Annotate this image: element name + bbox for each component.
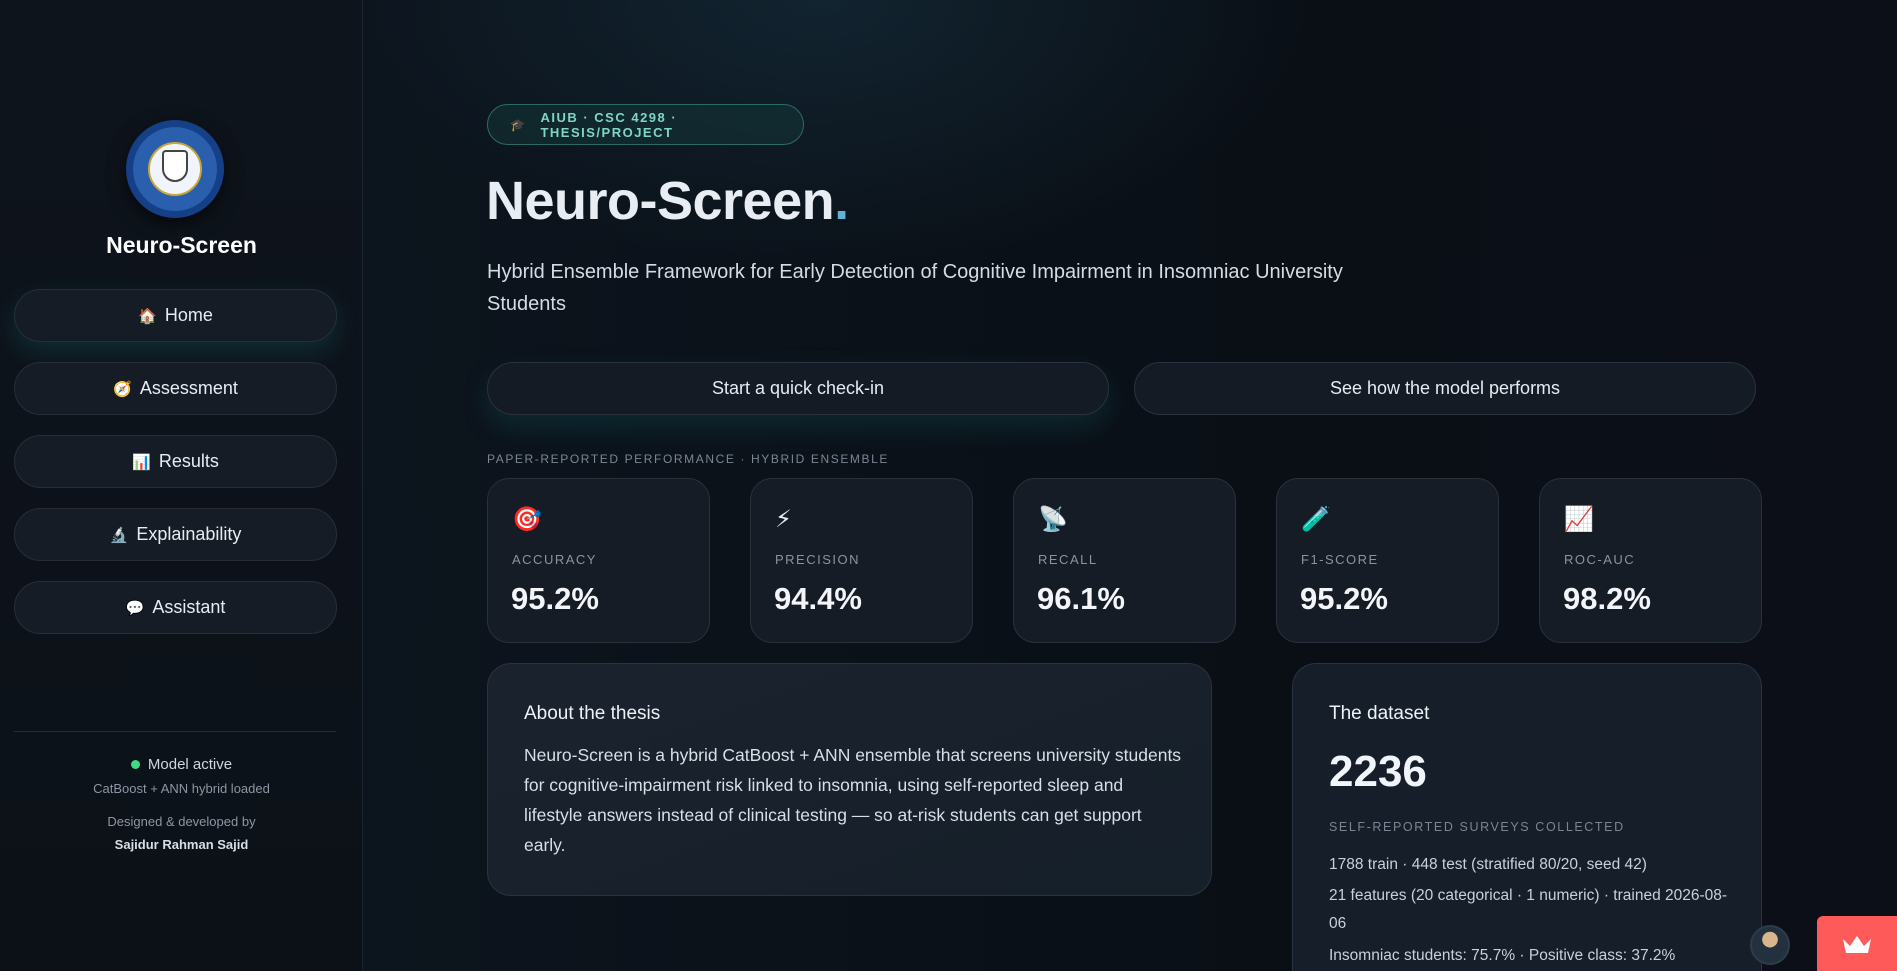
metric-card-f1-score: 🧪 F1-SCORE 95.2% xyxy=(1276,478,1499,643)
sidebar-item-explainability[interactable]: 🔬 Explainability xyxy=(14,508,337,561)
about-text: Neuro-Screen is a hybrid CatBoost + ANN … xyxy=(524,745,1182,855)
crown-icon xyxy=(1843,935,1871,953)
dataset-count-label: SELF-REPORTED SURVEYS COLLECTED xyxy=(1329,820,1625,834)
status-dot-icon xyxy=(130,760,140,769)
sidebar-brand: Neuro-Screen xyxy=(106,232,257,258)
test-tube-icon: 🧪 xyxy=(1301,506,1331,533)
sidebar-item-label: Explainability xyxy=(136,524,242,544)
metric-card-precision: ⚡ PRECISION 94.4% xyxy=(750,478,973,643)
dataset-features-line: 21 features (20 categorical · 1 numeric)… xyxy=(1329,887,1728,932)
metric-value: 94.4% xyxy=(774,581,862,616)
sidebar-nav: 🏠 Home 🧭 Assessment 📊 Results 🔬 Explaina… xyxy=(14,289,337,654)
sidebar-item-label: Home xyxy=(164,305,213,325)
page-title: Neuro-Screen. xyxy=(486,170,849,232)
satellite-icon: 📡 xyxy=(1038,506,1068,533)
sidebar-item-label: Results xyxy=(158,451,219,471)
model-status: Model active CatBoost + ANN hybrid loade… xyxy=(0,756,363,852)
metric-label: RECALL xyxy=(1038,552,1098,567)
metric-value: 96.1% xyxy=(1037,581,1125,616)
sidebar-divider xyxy=(14,731,336,732)
lightning-icon: ⚡ xyxy=(775,506,792,533)
course-pill: 🎓 AIUB · CSC 4298 · THESIS/PROJECT xyxy=(487,104,804,145)
sidebar-item-label: Assessment xyxy=(139,378,238,398)
sidebar-item-assessment[interactable]: 🧭 Assessment xyxy=(14,362,337,415)
credit-name: Sajidur Rahman Sajid xyxy=(114,837,249,852)
metric-label: ACCURACY xyxy=(512,552,597,567)
metric-card-roc-auc: 📈 ROC-AUC 98.2% xyxy=(1539,478,1762,643)
line-chart-icon: 📈 xyxy=(1564,506,1594,533)
university-logo xyxy=(126,120,224,218)
page-subtitle: Hybrid Ensemble Framework for Early Dete… xyxy=(487,261,1343,315)
pin-icon: 🎓 xyxy=(510,117,527,132)
metric-value: 95.2% xyxy=(511,581,599,616)
logo-shield xyxy=(162,150,188,182)
sidebar-item-assistant[interactable]: 💬 Assistant xyxy=(14,581,337,634)
course-pill-text: AIUB · CSC 4298 · THESIS/PROJECT xyxy=(540,109,678,140)
status-subtext: CatBoost + ANN hybrid loaded xyxy=(93,781,270,796)
credit-label: Designed & developed by xyxy=(107,814,256,829)
metrics-section-label: PAPER-REPORTED PERFORMANCE · HYBRID ENSE… xyxy=(487,452,890,466)
microscope-icon: 🔬 xyxy=(109,526,129,544)
dataset-card: The dataset 2236 SELF-REPORTED SURVEYS C… xyxy=(1292,663,1762,971)
sidebar-item-results[interactable]: 📊 Results xyxy=(14,435,337,488)
dataset-title: The dataset xyxy=(1329,703,1430,724)
model-performance-button[interactable]: See how the model performs xyxy=(1134,362,1756,415)
metric-label: ROC-AUC xyxy=(1564,552,1636,567)
compass-icon: 🧭 xyxy=(113,380,132,398)
main-content: 🎓 AIUB · CSC 4298 · THESIS/PROJECT Neuro… xyxy=(363,0,1897,971)
metric-value: 98.2% xyxy=(1563,581,1651,616)
crown-button[interactable] xyxy=(1817,916,1897,971)
page-title-text: Neuro-Screen xyxy=(486,171,835,231)
about-title: About the thesis xyxy=(524,703,661,724)
dataset-count: 2236 xyxy=(1329,747,1427,796)
metric-label: PRECISION xyxy=(775,552,861,567)
metric-label: F1-SCORE xyxy=(1301,552,1379,567)
house-icon: 🏠 xyxy=(138,307,157,325)
about-thesis-card: About the thesis Neuro-Screen is a hybri… xyxy=(487,663,1212,896)
dataset-class-line: Insomniac students: 75.7% · Positive cla… xyxy=(1329,947,1676,964)
bar-chart-icon: 📊 xyxy=(132,453,151,471)
speech-bubble-icon: 💬 xyxy=(125,599,145,617)
sidebar-item-label: Assistant xyxy=(152,597,226,617)
user-avatar[interactable] xyxy=(1750,925,1790,965)
metric-card-accuracy: 🎯 ACCURACY 95.2% xyxy=(487,478,710,643)
dataset-split-line: 1788 train · 448 test (stratified 80/20,… xyxy=(1329,856,1647,873)
metric-value: 95.2% xyxy=(1300,581,1388,616)
start-check-in-button[interactable]: Start a quick check-in xyxy=(487,362,1109,415)
status-text: Model active xyxy=(147,756,233,773)
metric-card-recall: 📡 RECALL 96.1% xyxy=(1013,478,1236,643)
status-line: Model active xyxy=(0,756,363,773)
sidebar-item-home[interactable]: 🏠 Home xyxy=(14,289,337,342)
sidebar: Neuro-Screen 🏠 Home 🧭 Assessment 📊 Resul… xyxy=(0,0,363,971)
target-icon: 🎯 xyxy=(512,506,542,533)
title-accent-dot: . xyxy=(834,171,849,231)
